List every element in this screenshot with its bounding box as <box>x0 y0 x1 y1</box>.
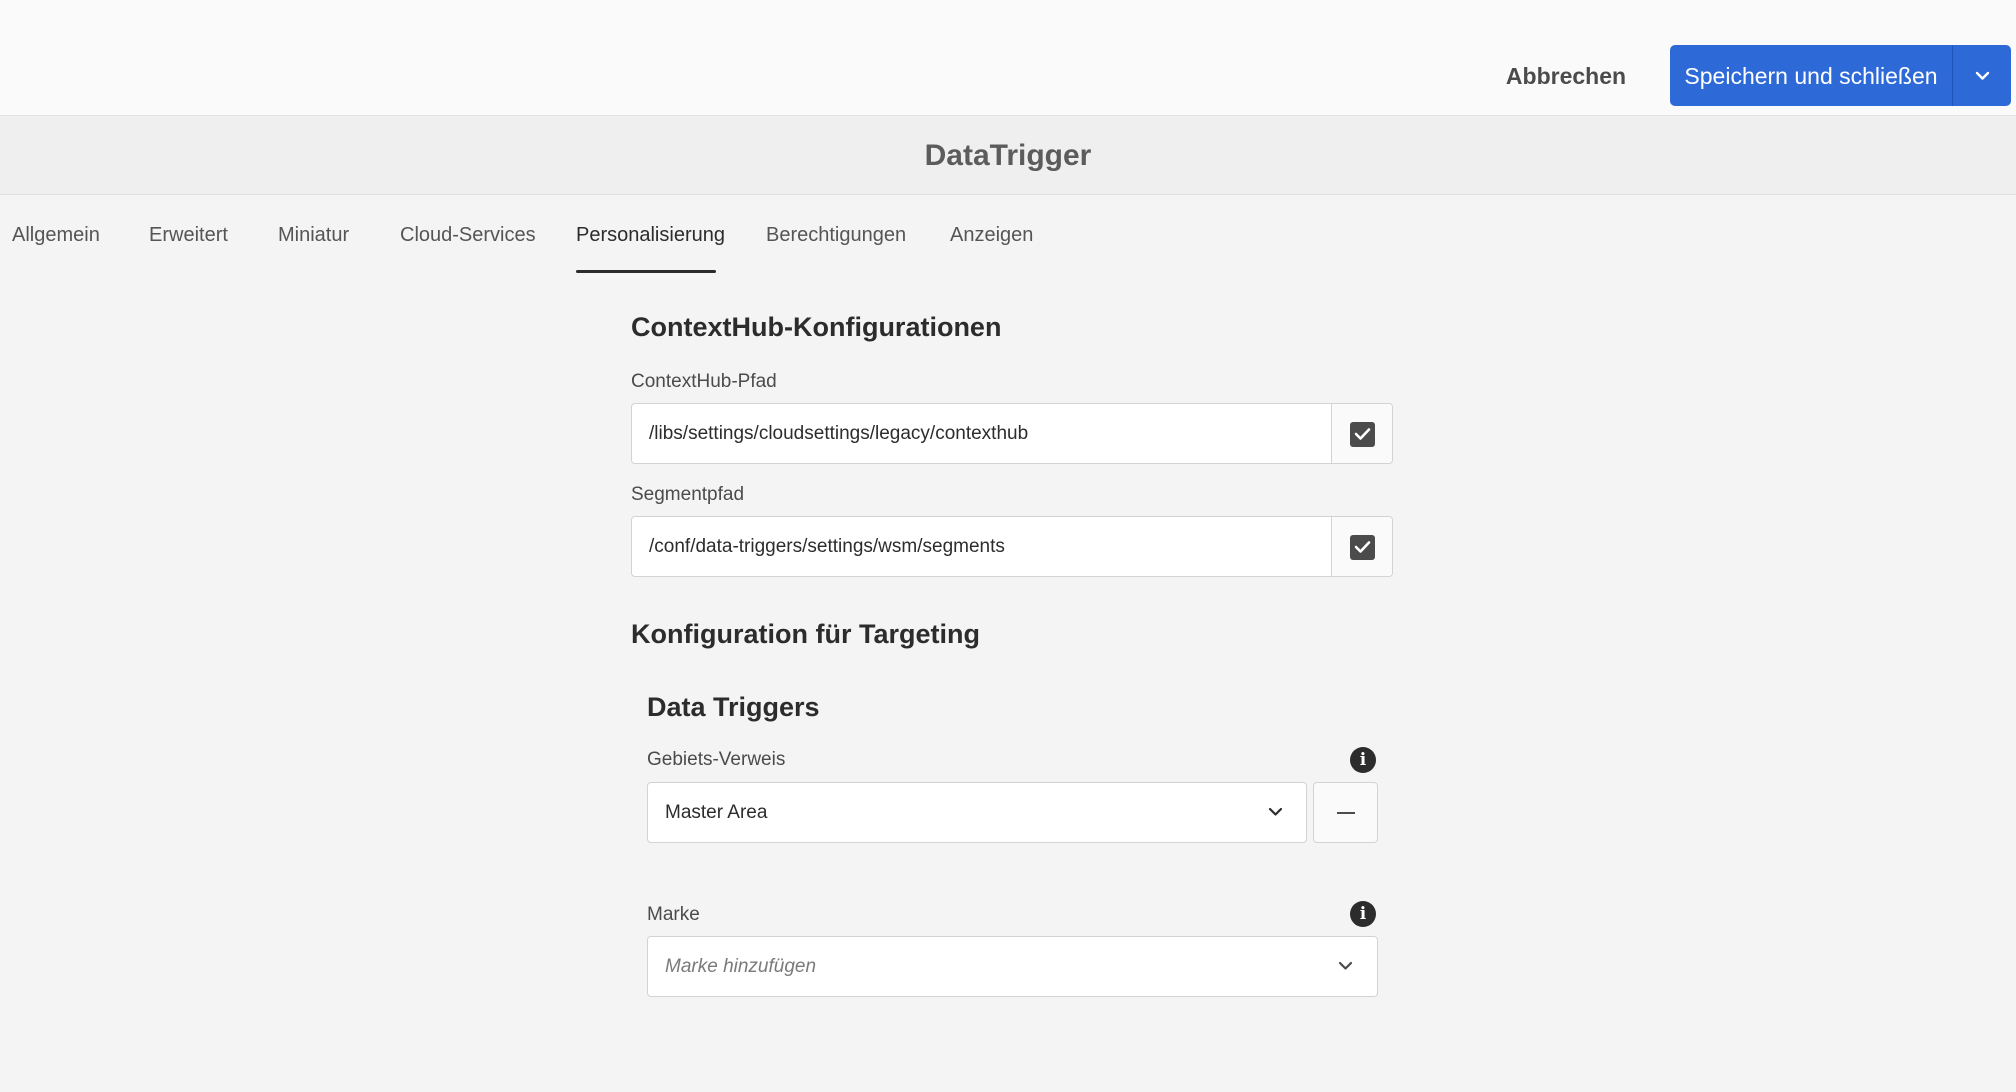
tab-erweitert[interactable]: Erweitert <box>149 224 228 274</box>
action-bar: Abbrechen Speichern und schließen <box>0 0 2016 116</box>
active-tab-indicator <box>576 270 716 273</box>
segment-path-input[interactable] <box>632 517 1331 576</box>
segment-path-browse-button[interactable] <box>1331 517 1392 576</box>
contexthub-path-input[interactable] <box>632 404 1331 463</box>
tab-anzeigen[interactable]: Anzeigen <box>950 224 1033 274</box>
cancel-button[interactable]: Abbrechen <box>1496 44 1636 106</box>
area-reference-value: Master Area <box>665 802 768 823</box>
segment-path-label: Segmentpfad <box>631 484 745 505</box>
targeting-heading: Konfiguration für Targeting <box>631 619 980 649</box>
brand-label: Marke <box>647 904 700 925</box>
chevron-down-icon <box>1338 961 1353 970</box>
minus-icon <box>1337 812 1355 814</box>
tab-allgemein[interactable]: Allgemein <box>12 224 100 274</box>
tab-personalisierung[interactable]: Personalisierung <box>576 224 725 274</box>
remove-area-button[interactable] <box>1313 782 1378 843</box>
checkbox-icon <box>1350 422 1375 447</box>
tab-miniatur[interactable]: Miniatur <box>278 224 349 274</box>
tab-list: Allgemein Erweitert Miniatur Cloud-Servi… <box>0 196 2016 274</box>
chevron-down-icon <box>1268 807 1283 816</box>
contexthub-path-field <box>631 403 1393 464</box>
brand-placeholder: Marke hinzufügen <box>665 956 817 977</box>
save-options-toggle[interactable] <box>1952 45 2011 106</box>
data-triggers-heading: Data Triggers <box>647 692 820 722</box>
segment-path-field <box>631 516 1393 577</box>
info-icon[interactable]: i <box>1350 747 1376 773</box>
checkbox-icon <box>1350 535 1375 560</box>
tab-berechtigungen[interactable]: Berechtigungen <box>766 224 906 274</box>
chevron-down-icon <box>1975 71 1990 80</box>
area-reference-select[interactable]: Master Area <box>647 782 1307 843</box>
save-and-close-button[interactable]: Speichern und schließen <box>1670 45 1952 106</box>
info-icon[interactable]: i <box>1350 901 1376 927</box>
brand-select[interactable]: Marke hinzufügen <box>647 936 1378 997</box>
contexthub-path-label: ContextHub-Pfad <box>631 371 777 392</box>
tab-cloud-services[interactable]: Cloud-Services <box>400 224 536 274</box>
area-reference-label: Gebiets-Verweis <box>647 749 786 770</box>
title-bar: DataTrigger <box>0 116 2016 195</box>
page-title: DataTrigger <box>924 139 1092 172</box>
contexthub-path-browse-button[interactable] <box>1331 404 1392 463</box>
contexthub-heading: ContextHub-Konfigurationen <box>631 312 1002 342</box>
